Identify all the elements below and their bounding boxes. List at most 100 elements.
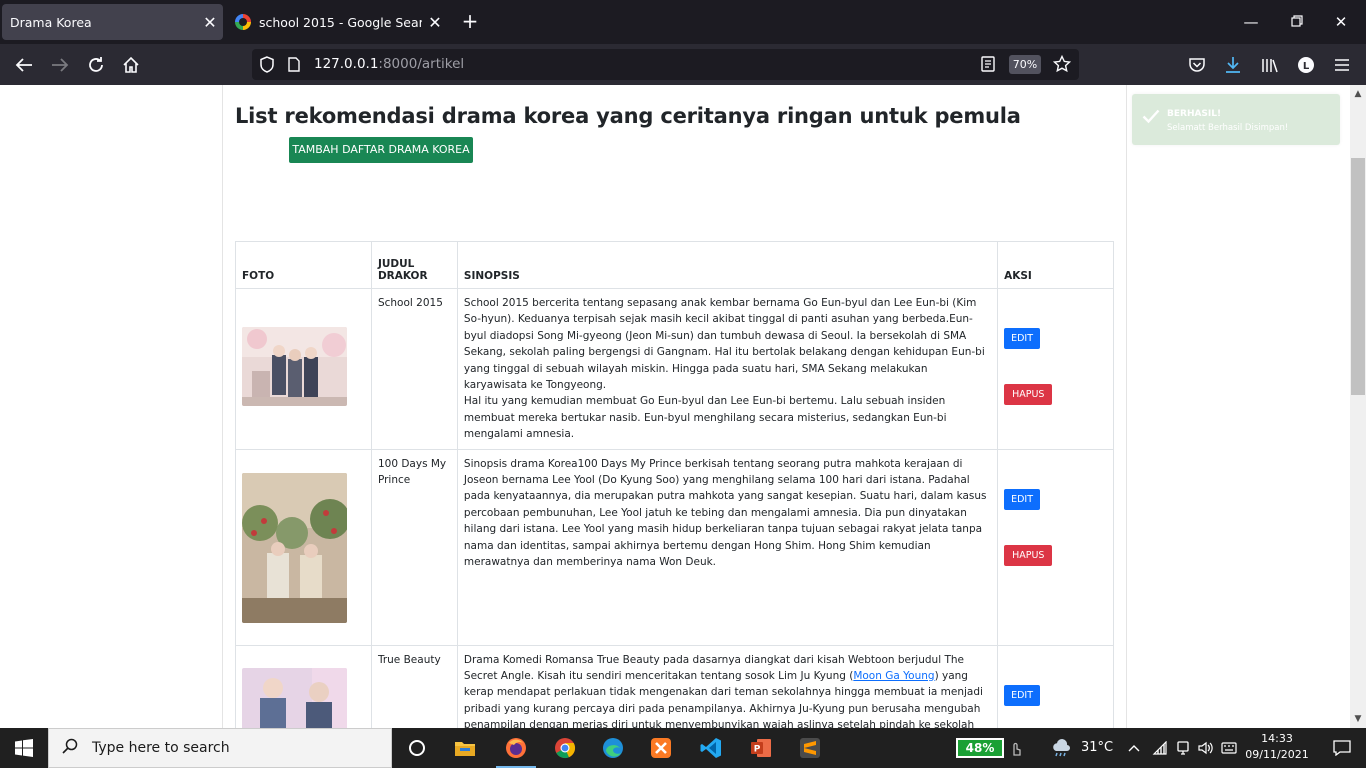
synopsis-cell: School 2015 bercerita tentang sepasang a…: [456, 288, 999, 450]
notification-center-icon[interactable]: [1318, 728, 1366, 768]
tab-title: Drama Korea: [10, 14, 92, 30]
tab-close-icon[interactable]: ✕: [422, 13, 448, 32]
table-header-row: FOTO JUDUL DRAKOR SINOPSIS AKSI: [235, 241, 1114, 289]
toast-title: BERHASIL!: [1167, 109, 1222, 119]
clock-date: 09/11/2021: [1245, 748, 1309, 761]
chrome-icon[interactable]: [541, 728, 589, 768]
search-icon: [62, 738, 78, 758]
action-cell: EDIT HAPUS: [997, 288, 1114, 450]
synopsis-text: Drama Komedi Romansa True Beauty pada da…: [464, 652, 991, 728]
synopsis-cell: Sinopsis drama Korea100 Days My Prince b…: [456, 448, 999, 646]
page-viewport: List rekomendasi drama korea yang cerita…: [0, 85, 1350, 728]
battery-indicator[interactable]: 48%: [956, 738, 1004, 758]
synopsis-cell: Drama Komedi Romansa True Beauty pada da…: [456, 644, 999, 728]
browser-tab-bar: Drama Korea ✕ school 2015 - Google Searc…: [0, 0, 1366, 44]
photo-cell: [235, 288, 372, 450]
vscode-icon[interactable]: [687, 728, 735, 768]
reader-view-icon[interactable]: [981, 56, 995, 76]
windows-start-icon[interactable]: [0, 728, 48, 768]
downloads-icon[interactable]: [1220, 52, 1246, 78]
add-drama-button[interactable]: TAMBAH DAFTAR DRAMA KOREA: [289, 137, 473, 163]
url-bar[interactable]: 127.0.0.1:8000/artikel 70%: [252, 49, 1079, 80]
zoom-level[interactable]: 70%: [1009, 55, 1041, 74]
taskbar-search-box[interactable]: Type here to search: [48, 728, 392, 768]
windows-taskbar: Type here to search P 48% 31°C 14:33 09/…: [0, 728, 1366, 768]
browser-toolbar: 127.0.0.1:8000/artikel 70% L: [0, 44, 1366, 85]
checkmark-icon: [1142, 108, 1160, 128]
system-clock[interactable]: 14:33 09/11/2021: [1245, 731, 1309, 763]
delete-button[interactable]: HAPUS: [1004, 384, 1053, 405]
success-toast[interactable]: BERHASIL! Selamatt Berhasil Disimpan!: [1132, 94, 1340, 145]
xampp-icon[interactable]: [637, 728, 685, 768]
back-icon[interactable]: [11, 52, 37, 78]
forward-icon[interactable]: [47, 52, 73, 78]
title-cell: School 2015: [370, 288, 458, 450]
edit-button[interactable]: EDIT: [1004, 488, 1041, 510]
toast-message: Selamatt Berhasil Disimpan!: [1167, 123, 1289, 133]
shield-icon[interactable]: [259, 56, 275, 77]
svg-text:P: P: [754, 745, 761, 755]
action-cell: EDIT HAPUS: [997, 644, 1114, 728]
edit-button[interactable]: EDIT: [1004, 328, 1041, 349]
sublime-text-icon[interactable]: [786, 728, 834, 768]
firefox-icon[interactable]: [492, 728, 540, 768]
keyboard-language-icon[interactable]: [1218, 728, 1240, 768]
url-path: :8000/artikel: [378, 56, 465, 72]
poster-100-days-my-prince: [242, 472, 350, 623]
title-cell: True Beauty: [370, 644, 458, 728]
bookmark-star-icon[interactable]: [1052, 54, 1072, 77]
table-row: True Beauty Drama Komedi Romansa True Be…: [235, 644, 1114, 728]
action-cell: EDIT HAPUS: [997, 448, 1114, 646]
powerpoint-icon[interactable]: P: [737, 728, 785, 768]
touch-icon[interactable]: [1004, 728, 1028, 768]
edge-icon[interactable]: [589, 728, 637, 768]
column-header-aksi: AKSI: [997, 241, 1114, 289]
column-header-judul-label: JUDUL DRAKOR: [377, 258, 428, 282]
url-host: 127.0.0.1: [314, 56, 379, 72]
new-tab-icon[interactable]: +: [458, 10, 482, 34]
drama-table: FOTO JUDUL DRAKOR SINOPSIS AKSI School 2…: [235, 241, 1114, 728]
delete-button[interactable]: HAPUS: [1004, 544, 1053, 566]
wifi-icon[interactable]: [1149, 728, 1171, 768]
account-avatar-icon[interactable]: L: [1293, 52, 1319, 78]
edit-button[interactable]: EDIT: [1004, 684, 1041, 706]
pocket-icon[interactable]: [1184, 52, 1210, 78]
page-title: List rekomendasi drama korea yang cerita…: [235, 104, 1021, 128]
file-explorer-icon[interactable]: [441, 728, 489, 768]
home-icon[interactable]: [118, 52, 144, 78]
restore-icon[interactable]: [1282, 10, 1312, 34]
clock-time: 14:33: [1261, 732, 1293, 745]
tab-title: school 2015 - Google Search: [259, 14, 422, 30]
scroll-down-icon[interactable]: ▼: [1350, 711, 1366, 727]
library-icon[interactable]: [1257, 52, 1283, 78]
poster-school-2015: [242, 326, 347, 406]
chevron-up-icon[interactable]: [1124, 728, 1144, 768]
url-text: 127.0.0.1:8000/artikel: [314, 56, 464, 72]
photo-cell: [235, 644, 372, 728]
actor-link[interactable]: Moon Ga Young: [853, 670, 934, 682]
minimize-icon[interactable]: —: [1236, 10, 1266, 34]
network-icon[interactable]: [1172, 728, 1194, 768]
column-header-judul: JUDUL DRAKOR: [370, 241, 458, 289]
synopsis-text: Sinopsis drama Korea100 Days My Prince b…: [463, 457, 987, 569]
page-info-icon[interactable]: [288, 57, 300, 76]
close-window-icon[interactable]: ✕: [1326, 10, 1356, 34]
column-header-foto: FOTO: [235, 241, 372, 289]
tab-close-icon[interactable]: ✕: [197, 13, 223, 32]
temperature[interactable]: 31°C: [1081, 740, 1113, 755]
weather-icon[interactable]: [1046, 728, 1076, 768]
scroll-up-icon[interactable]: ▲: [1350, 86, 1366, 102]
tab-drama-korea[interactable]: Drama Korea ✕: [2, 4, 223, 40]
search-placeholder: Type here to search: [92, 740, 230, 756]
menu-hamburger-icon[interactable]: [1329, 52, 1355, 78]
svg-text:L: L: [1303, 61, 1310, 72]
poster-true-beauty: [242, 667, 347, 728]
tab-google-search[interactable]: school 2015 - Google Search ✕: [226, 4, 448, 40]
google-favicon-icon: [235, 14, 251, 30]
scrollbar-thumb[interactable]: [1351, 158, 1365, 395]
task-view-icon[interactable]: [393, 728, 441, 768]
volume-icon[interactable]: [1195, 728, 1217, 768]
title-cell: 100 Days My Prince: [370, 448, 458, 646]
reload-icon[interactable]: [83, 52, 109, 78]
table-row: 100 Days My Prince Sinopsis drama Korea1…: [235, 448, 1114, 646]
